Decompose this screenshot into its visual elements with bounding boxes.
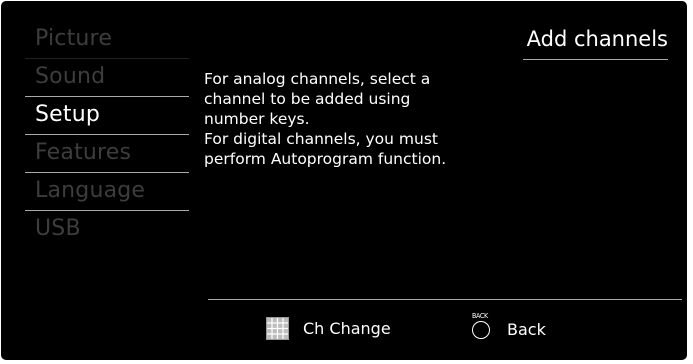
menu-item-sound[interactable]: Sound [25, 59, 189, 97]
back-icon-circle [472, 321, 490, 339]
menu-item-setup[interactable]: Setup [25, 97, 189, 135]
menu-item-features[interactable]: Features [25, 135, 189, 173]
ch-change-button[interactable]: Ch Change [266, 317, 391, 340]
instructions-text: For analog channels, select a channel to… [204, 69, 504, 169]
ch-change-label: Ch Change [303, 319, 391, 338]
menu-item-language[interactable]: Language [25, 173, 189, 211]
page-title: Add channels [522, 27, 668, 60]
digital-instructions: For digital channels, you must perform A… [204, 130, 447, 168]
footer-divider [208, 299, 682, 300]
menu-item-picture[interactable]: Picture [25, 21, 189, 59]
number-grid-icon [266, 317, 289, 340]
back-icon-text: BACK [472, 312, 488, 320]
back-button[interactable]: BACK Back [471, 313, 546, 343]
main-menu: Picture Sound Setup Features Language US… [25, 21, 189, 249]
back-label: Back [507, 320, 546, 339]
menu-item-usb[interactable]: USB [25, 211, 189, 249]
tv-menu-screen: Picture Sound Setup Features Language US… [1, 1, 687, 360]
back-button-icon: BACK [471, 313, 495, 343]
analog-instructions: For analog channels, select a channel to… [204, 70, 431, 128]
